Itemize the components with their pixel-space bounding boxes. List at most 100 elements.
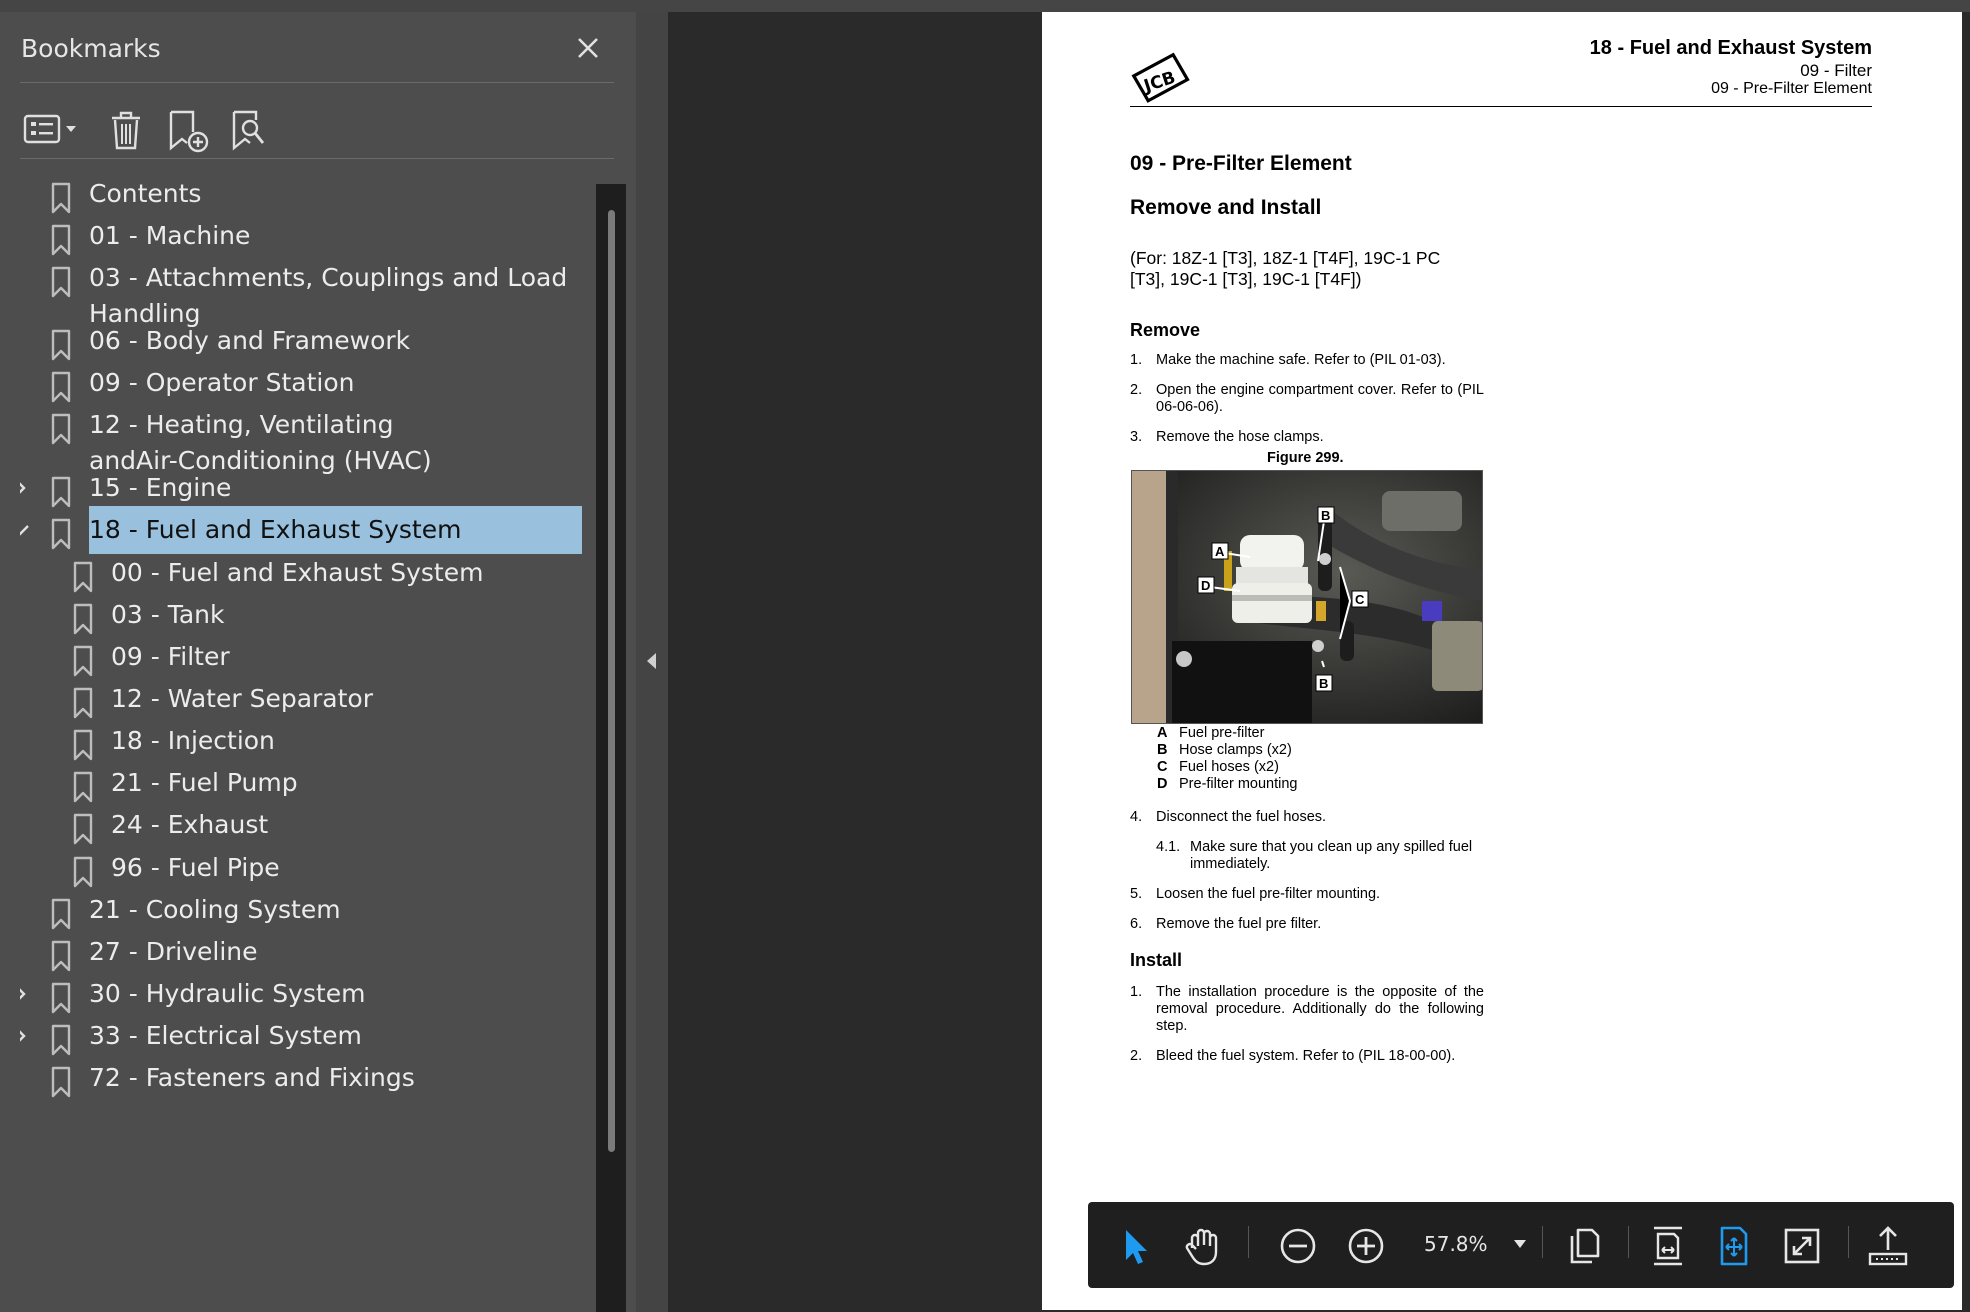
bookmark-tree: Contents 01 - Machine 03 - Attachments, Co…: [20, 172, 596, 1312]
bookmark-search-icon[interactable]: [228, 106, 274, 154]
bookmark-item[interactable]: 03 - Attachments, Couplings and Load Hand…: [20, 260, 596, 332]
bookmark-label: Contents: [89, 179, 202, 208]
toolbar-divider: [20, 158, 614, 159]
bookmark-label: 15 - Engine: [89, 473, 232, 502]
bookmark-label: 24 - Exhaust: [111, 810, 269, 839]
bookmark-icon: [51, 224, 71, 256]
bookmark-item[interactable]: 18 - Fuel and Exhaust System: [20, 506, 596, 554]
bookmark-item[interactable]: 21 - Cooling System: [20, 892, 596, 930]
remove-heading: Remove: [1130, 320, 1201, 340]
bookmark-icon: [51, 329, 71, 361]
bookmark-label: 00 - Fuel and Exhaust System: [111, 558, 484, 587]
bookmark-item[interactable]: 96 - Fuel Pipe: [20, 850, 596, 888]
trash-icon[interactable]: [106, 106, 146, 154]
bookmark-item[interactable]: 09 - Filter: [20, 639, 596, 677]
select-arrow-icon[interactable]: [1110, 1222, 1158, 1270]
toolbar-separator: [1248, 1226, 1249, 1258]
bookmark-icon: [51, 982, 71, 1014]
bookmark-item[interactable]: 12 - Water Separator: [20, 681, 596, 719]
bookmark-icon: [73, 561, 93, 593]
bookmark-label: 09 - Filter: [111, 642, 230, 671]
bookmark-label: 09 - Operator Station: [89, 368, 355, 397]
zoom-in-icon[interactable]: [1342, 1222, 1390, 1270]
legend-row: B Hose clamps (x2): [1157, 742, 1292, 758]
bookmark-label: 03 - Tank: [111, 600, 225, 629]
zoom-level[interactable]: 57.8%: [1424, 1232, 1488, 1256]
chevron-right-icon[interactable]: [20, 476, 32, 500]
bookmark-icon: [73, 645, 93, 677]
bookmark-item[interactable]: 24 - Exhaust: [20, 807, 596, 845]
chevron-right-icon[interactable]: [20, 982, 32, 1006]
bookmarks-title: Bookmarks: [21, 34, 161, 63]
bookmark-label: 06 - Body and Framework: [89, 326, 411, 355]
bookmark-item[interactable]: 15 - Engine: [20, 470, 596, 508]
bookmark-item[interactable]: 01 - Machine: [20, 218, 596, 256]
export-icon[interactable]: [1864, 1222, 1912, 1270]
bookmark-label: 12 - Water Separator: [111, 684, 373, 713]
callout-c: C: [1355, 592, 1365, 607]
fullscreen-icon[interactable]: [1778, 1222, 1826, 1270]
bookmark-icon: [51, 898, 71, 930]
bookmark-item[interactable]: 12 - Heating, Ventilating andAir-Conditio…: [20, 407, 596, 479]
bookmark-label: 18 - Fuel and Exhaust System: [89, 506, 582, 554]
bookmark-item[interactable]: 03 - Tank: [20, 597, 596, 635]
bookmark-item[interactable]: 72 - Fasteners and Fixings: [20, 1060, 596, 1098]
callout-b: B: [1321, 508, 1330, 523]
bookmarks-header: Bookmarks: [0, 12, 636, 82]
header-rule: [1130, 106, 1872, 107]
bookmark-item[interactable]: 30 - Hydraulic System: [20, 976, 596, 1014]
bookmark-label: 96 - Fuel Pipe: [111, 853, 280, 882]
bookmark-item[interactable]: 06 - Body and Framework: [20, 323, 596, 361]
running-header-title: 18 - Fuel and Exhaust System: [1589, 37, 1872, 59]
fit-width-icon[interactable]: [1644, 1222, 1692, 1270]
bookmark-label: 33 - Electrical System: [89, 1021, 362, 1050]
header-divider: [20, 82, 614, 83]
bookmark-icon: [51, 476, 71, 508]
bookmark-item[interactable]: 21 - Fuel Pump: [20, 765, 596, 803]
bookmark-label: 27 - Driveline: [89, 937, 258, 966]
bookmark-label: 21 - Fuel Pump: [111, 768, 298, 797]
legend-row: A Fuel pre-filter: [1157, 725, 1265, 741]
running-header-sub2: 09 - Pre-Filter Element: [1711, 80, 1872, 97]
floating-toolbar: 57.8%: [1088, 1202, 1954, 1288]
bookmark-label: 01 - Machine: [89, 221, 251, 250]
toolbar-separator: [1628, 1226, 1629, 1258]
bookmark-scrollbar-thumb[interactable]: [608, 210, 615, 1152]
page-view-icon[interactable]: [1560, 1222, 1608, 1270]
chevron-right-icon[interactable]: [20, 1024, 32, 1048]
legend-row: C Fuel hoses (x2): [1157, 759, 1279, 775]
bookmark-label: 72 - Fasteners and Fixings: [89, 1063, 415, 1092]
applicability-text: (For: 18Z-1 [T3], 18Z-1 [T4F], 19C-1 PC …: [1130, 248, 1441, 289]
hand-icon[interactable]: [1178, 1222, 1226, 1270]
toolbar-separator: [1848, 1226, 1849, 1258]
zoom-dropdown-icon[interactable]: [1512, 1238, 1528, 1250]
bookmark-item[interactable]: Contents: [20, 176, 596, 214]
collapse-panel-icon[interactable]: [644, 650, 660, 672]
top-border: [0, 0, 1970, 12]
bookmark-icon: [51, 371, 71, 403]
bookmark-add-icon[interactable]: [165, 106, 211, 154]
bookmark-item[interactable]: 27 - Driveline: [20, 934, 596, 972]
bookmarks-toolbar: [20, 96, 620, 166]
pdf-page: JCB 18 - Fuel and Exhaust System 09 - Fi…: [1042, 12, 1962, 1310]
bookmark-item[interactable]: 33 - Electrical System: [20, 1018, 596, 1056]
figure-legend: A Fuel pre-filter B Hose clamps (x2) C Fuel…: [1157, 725, 1297, 793]
chevron-down-icon[interactable]: [20, 518, 32, 542]
bookmark-label: 12 - Heating, Ventilating andAir-Conditio…: [89, 410, 432, 475]
bookmark-icon: [51, 413, 71, 445]
bookmark-icon: [51, 518, 71, 550]
fuel-prefilter-photo: A B B C D: [1131, 470, 1483, 724]
bookmark-item[interactable]: 00 - Fuel and Exhaust System: [20, 555, 596, 593]
bookmark-icon: [51, 1066, 71, 1098]
fit-page-icon[interactable]: [1710, 1222, 1758, 1270]
bookmark-item[interactable]: 09 - Operator Station: [20, 365, 596, 403]
bookmark-item[interactable]: 18 - Injection: [20, 723, 596, 761]
bookmark-icon: [73, 603, 93, 635]
close-icon[interactable]: [570, 30, 606, 66]
callout-d: D: [1201, 578, 1210, 593]
pdf-viewer-window: Bookmarks Contents 01 - Machine 03 - Att…: [0, 0, 1970, 1312]
zoom-out-icon[interactable]: [1274, 1222, 1322, 1270]
list-options-icon[interactable]: [22, 106, 82, 154]
legend-row: D Pre-filter mounting: [1157, 776, 1298, 792]
bookmark-icon: [73, 771, 93, 803]
